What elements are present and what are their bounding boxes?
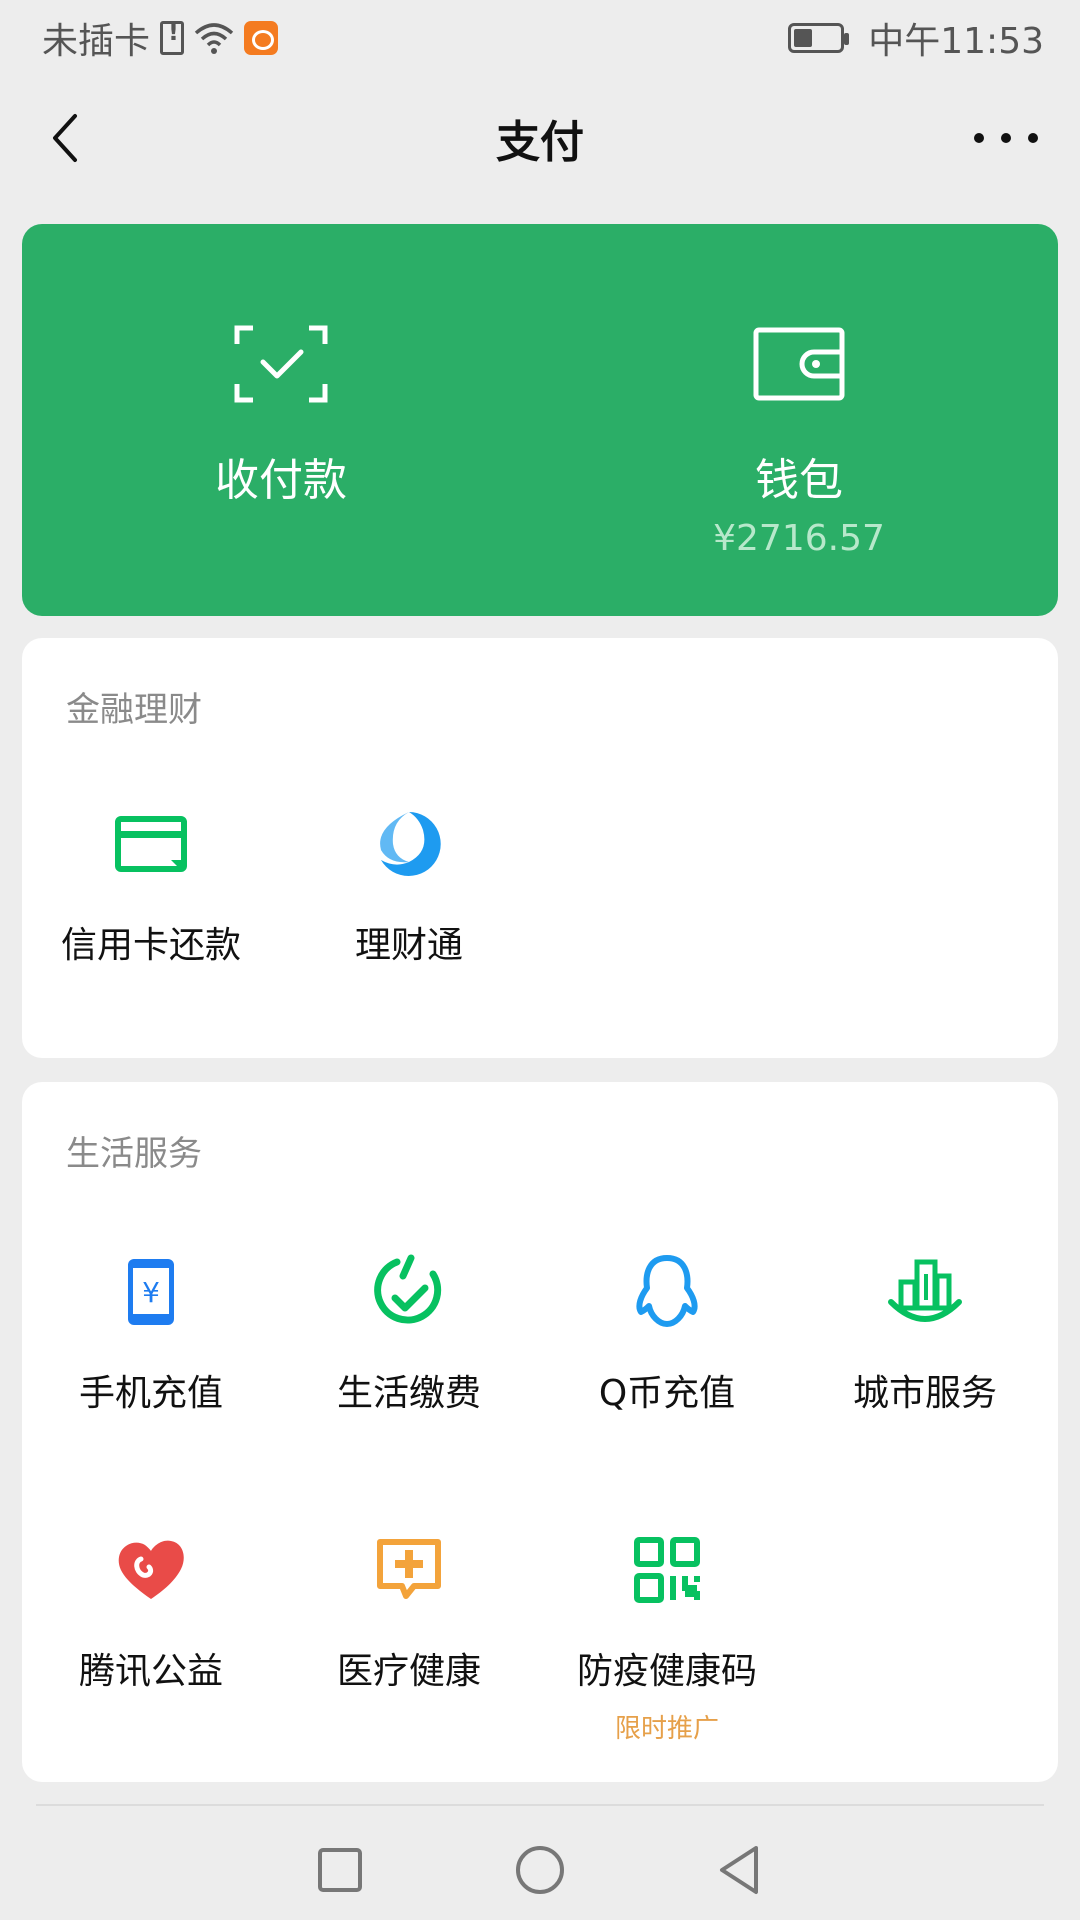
city-service-label: 城市服务: [852, 1373, 997, 1414]
wallet-icon: [753, 327, 845, 401]
wallet-balance: ¥2716.57: [713, 518, 885, 559]
charity-item[interactable]: 腾讯公益: [22, 1530, 280, 1694]
back-arrow-icon: [53, 114, 77, 162]
status-left: 未插卡: [42, 12, 279, 64]
health-code-label: 防疫健康码: [576, 1651, 757, 1692]
more-dot-icon: [1001, 133, 1011, 143]
status-right: 中午11:53: [788, 12, 1044, 64]
qcoin-recharge-item[interactable]: Q币充值: [538, 1252, 796, 1416]
home-icon[interactable]: [514, 1844, 566, 1896]
status-bar: 未插卡 中午11:53: [0, 0, 1080, 76]
receive-pay-button[interactable]: 收付款: [22, 224, 540, 616]
nav-bar: 支付: [0, 90, 1080, 186]
medical-icon: [369, 1530, 449, 1610]
credit-card-repay-label: 信用卡还款: [60, 925, 241, 966]
finance-section: 金融理财 信用卡还款 理财通: [22, 638, 1058, 1058]
back-button[interactable]: [36, 110, 92, 166]
uc-browser-icon: [244, 21, 279, 55]
divider: [36, 1804, 1044, 1806]
more-dot-icon: [974, 133, 984, 143]
svg-text:¥: ¥: [142, 1276, 160, 1309]
finance-section-title: 金融理财: [66, 690, 202, 730]
charity-heart-icon: [111, 1530, 191, 1610]
promo-badge: 限时推广: [614, 1714, 719, 1744]
life-section-title: 生活服务: [66, 1134, 202, 1174]
wallet-label: 钱包: [755, 455, 843, 506]
pay-card: 收付款 钱包 ¥2716.57: [22, 224, 1058, 616]
health-code-item[interactable]: 防疫健康码 限时推广: [538, 1530, 796, 1745]
phone-recharge-label: 手机充值: [78, 1373, 223, 1414]
back-triangle-icon[interactable]: [716, 1844, 764, 1896]
carrier-text: 未插卡: [42, 21, 151, 62]
charity-label: 腾讯公益: [78, 1651, 223, 1692]
wifi-icon: [194, 23, 234, 54]
bill-pay-label: 生活缴费: [336, 1373, 481, 1414]
qcoin-recharge-label: Q币充值: [598, 1373, 736, 1414]
time-text: 中午11:53: [868, 21, 1044, 62]
qq-icon: [627, 1252, 707, 1332]
bill-pay-icon: [369, 1252, 449, 1332]
medical-health-item[interactable]: 医疗健康: [280, 1530, 538, 1694]
qr-code-icon: [627, 1530, 707, 1610]
sim-alert-icon: [160, 18, 185, 55]
system-nav-bar: [0, 1820, 1080, 1920]
credit-card-icon: [111, 804, 191, 884]
receive-pay-label: 收付款: [215, 455, 347, 506]
city-service-item[interactable]: 城市服务: [796, 1252, 1054, 1416]
licaitong-item[interactable]: 理财通: [280, 804, 538, 968]
medical-health-label: 医疗健康: [336, 1651, 481, 1692]
phone-recharge-item[interactable]: ¥ 手机充值: [22, 1252, 280, 1416]
wallet-button[interactable]: 钱包 ¥2716.57: [540, 224, 1058, 616]
more-dot-icon: [1028, 133, 1038, 143]
city-service-icon: [885, 1252, 965, 1332]
phone-recharge-icon: ¥: [111, 1252, 191, 1332]
credit-card-repay-item[interactable]: 信用卡还款: [22, 804, 280, 968]
recent-apps-icon[interactable]: [316, 1846, 364, 1894]
licaitong-icon: [369, 804, 449, 884]
bill-pay-item[interactable]: 生活缴费: [280, 1252, 538, 1416]
scan-check-icon: [234, 325, 328, 403]
life-services-section: 生活服务 ¥ 手机充值 生活缴费 Q币充值 城市服务 腾讯公益 医疗健康 防疫健…: [22, 1082, 1058, 1782]
more-button[interactable]: [974, 120, 1038, 156]
page-title: 支付: [496, 117, 584, 168]
battery-icon: [788, 23, 850, 53]
licaitong-label: 理财通: [354, 925, 463, 966]
